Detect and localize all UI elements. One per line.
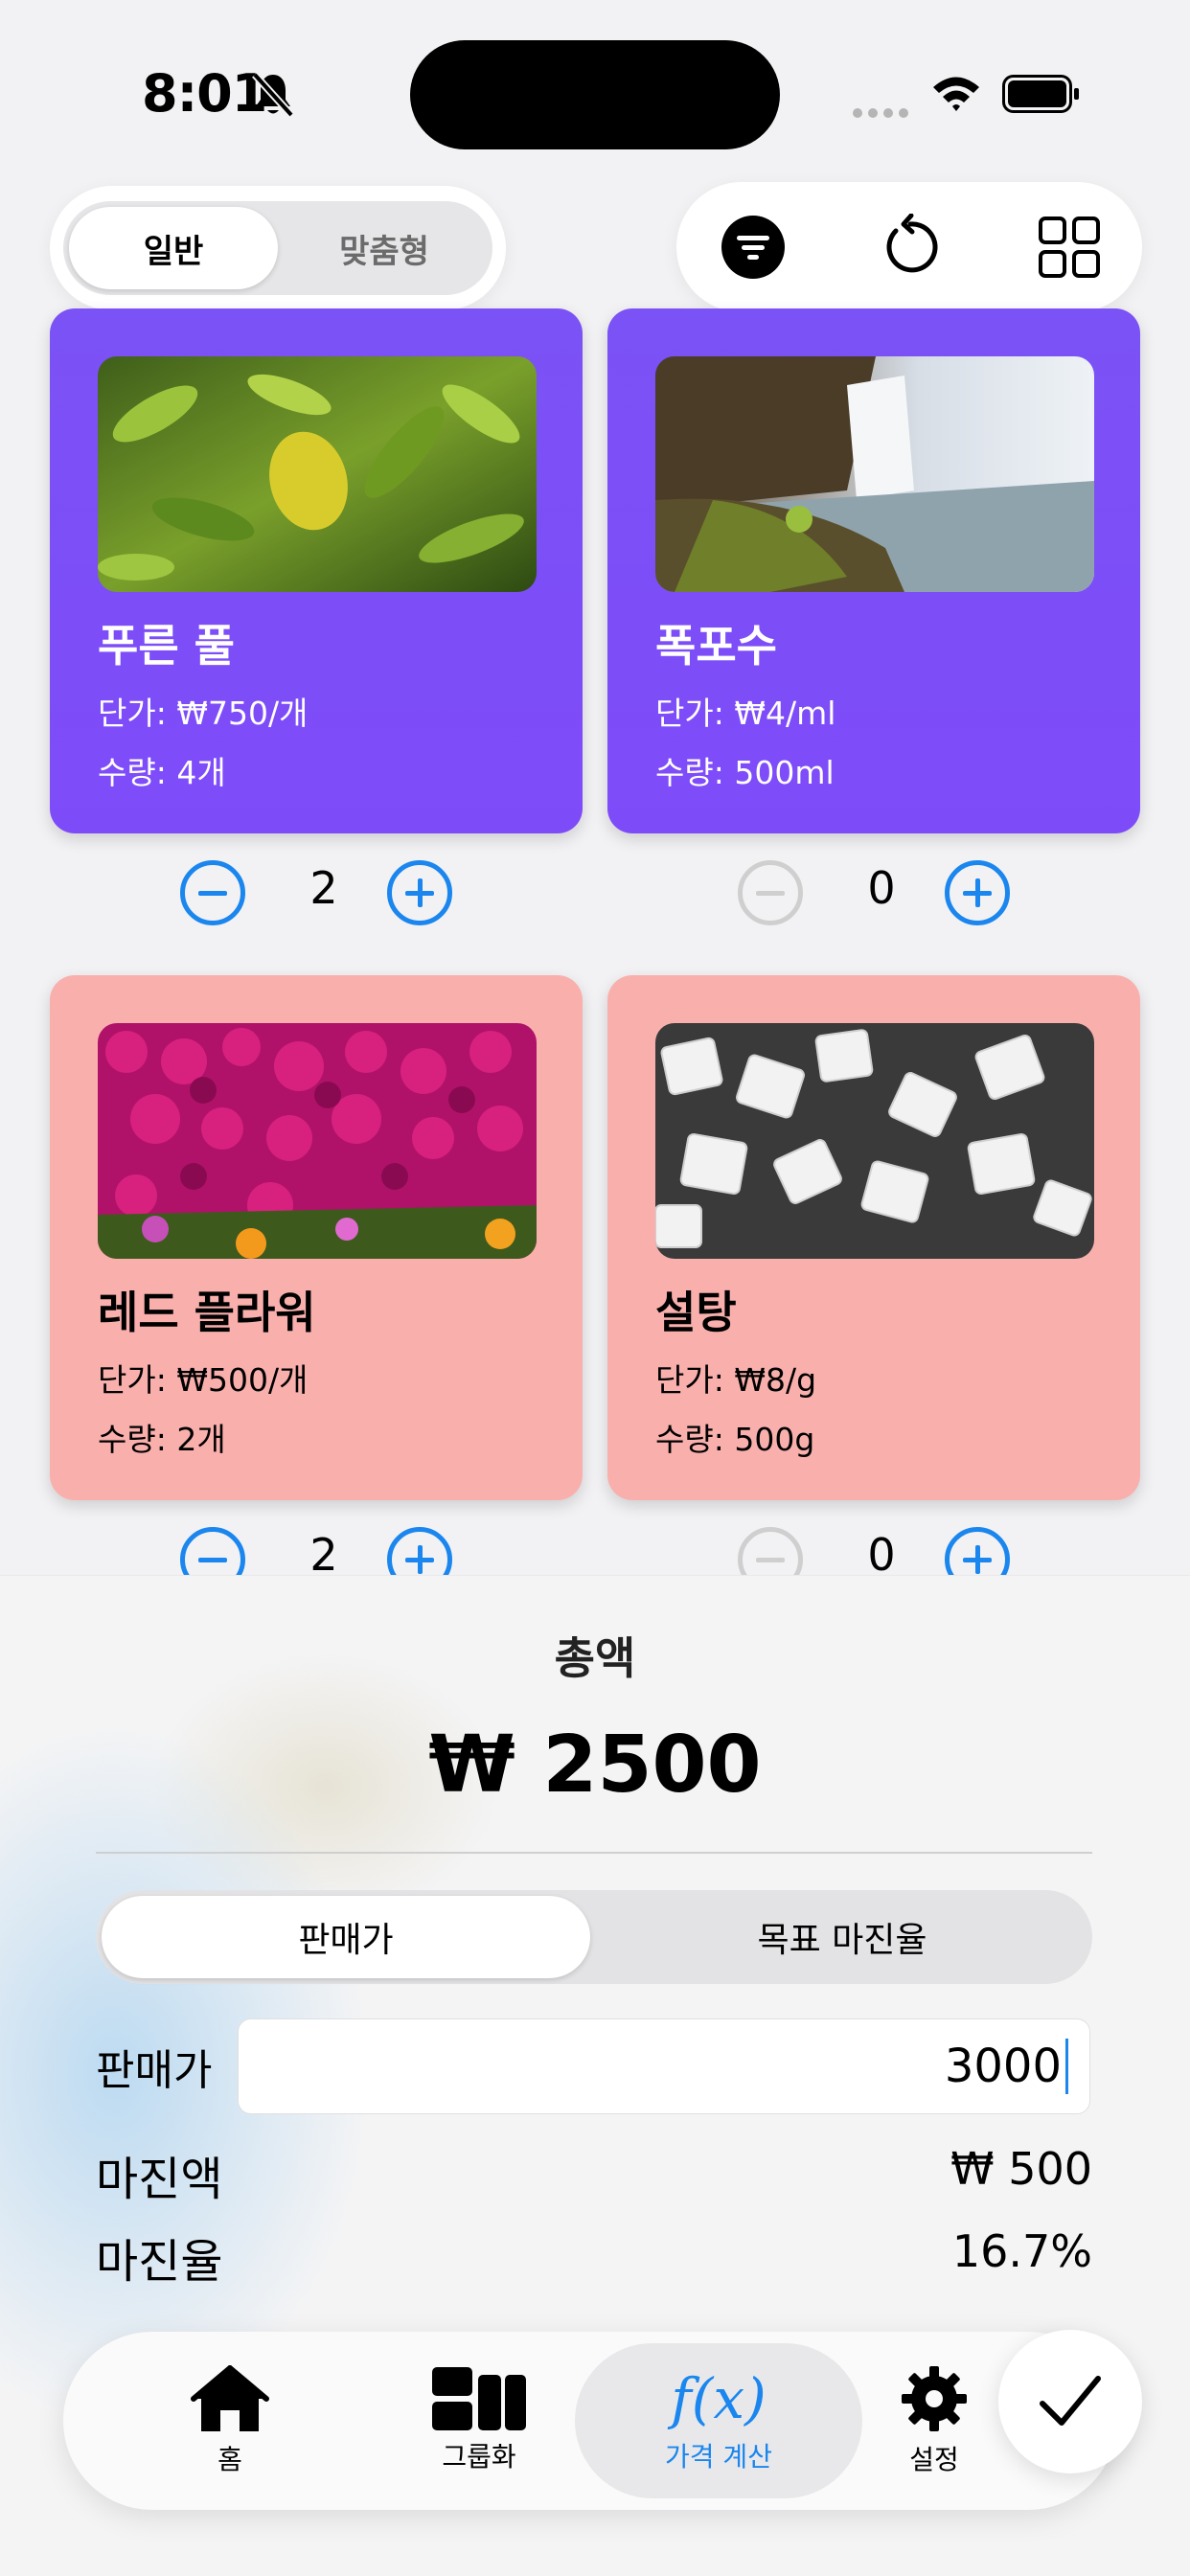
decrement-button[interactable]	[180, 860, 245, 925]
segment-sale-price[interactable]: 판매가	[102, 1896, 590, 1978]
margin-rate-value: 16.7%	[951, 2225, 1092, 2277]
product-card[interactable]: 폭포수 단가: ₩4/ml 수량: 500ml	[607, 308, 1140, 833]
product-unit-price: 단가: ₩500/개	[98, 1361, 309, 1399]
total-label: 총액	[554, 1632, 636, 1684]
product-quantity: 수량: 500ml	[655, 754, 835, 791]
product-name: 폭포수	[655, 620, 777, 672]
sale-price-label: 판매가	[96, 2046, 213, 2095]
checkmark-icon	[1040, 2376, 1101, 2426]
product-name: 설탕	[655, 1287, 737, 1338]
toolbar	[676, 182, 1142, 312]
signal-icon	[853, 103, 914, 122]
house-icon	[191, 2365, 269, 2431]
status-bar: 8:01	[0, 0, 1190, 182]
confirm-button[interactable]	[998, 2330, 1142, 2473]
quantity-stepper: 2	[180, 856, 468, 929]
product-quantity: 수량: 4개	[98, 754, 226, 791]
margin-amount-label: 마진액	[96, 2153, 223, 2206]
product-image-waterfall	[655, 356, 1094, 592]
increment-button[interactable]	[387, 860, 452, 925]
increment-button[interactable]	[945, 860, 1010, 925]
product-unit-price: 단가: ₩750/개	[98, 695, 309, 732]
product-quantity: 수량: 2개	[98, 1421, 226, 1458]
tab-price-calc-label: 가격 계산	[665, 2441, 772, 2473]
total-value: ₩ 2500	[428, 1720, 762, 1811]
segment-target-margin[interactable]: 목표 마진율	[598, 1896, 1087, 1978]
tab-settings-label: 설정	[909, 2444, 959, 2475]
product-card[interactable]: 설탕 단가: ₩8/g 수량: 500g	[607, 975, 1140, 1500]
stepper-value: 2	[309, 862, 338, 914]
function-icon: f(x)	[671, 2366, 767, 2431]
sale-price-value: 3000	[944, 2040, 1062, 2093]
filter-icon	[721, 216, 785, 279]
refresh-button[interactable]	[872, 209, 949, 285]
wifi-icon	[933, 77, 979, 111]
segment-general[interactable]: 일반	[69, 207, 278, 289]
battery-icon	[1002, 75, 1079, 113]
category-segment: 일반 맞춤형	[63, 201, 492, 295]
margin-rate-label: 마진율	[96, 2235, 223, 2289]
margin-amount-value: ₩ 500	[950, 2143, 1092, 2195]
stepper-value: 0	[867, 862, 896, 914]
refresh-icon	[886, 214, 938, 273]
product-image-flowers	[98, 1023, 537, 1259]
gear-icon	[902, 2366, 967, 2431]
divider	[96, 1852, 1092, 1854]
dynamic-island	[410, 40, 780, 149]
tab-home-label: 홈	[217, 2444, 242, 2475]
segment-custom[interactable]: 맞춤형	[280, 207, 489, 289]
tab-bar: 홈 그룹화 f(x) 가격 계산 설정	[63, 2332, 1117, 2510]
bell-slash-icon	[252, 72, 294, 118]
product-card[interactable]: 레드 플라워 단가: ₩500/개 수량: 2개	[50, 975, 583, 1500]
calc-mode-segment: 판매가 목표 마진율	[96, 1890, 1092, 1984]
quantity-stepper: 0	[738, 856, 1025, 929]
sale-price-input[interactable]: 3000	[238, 2018, 1090, 2114]
group-icon	[432, 2367, 526, 2430]
product-unit-price: 단가: ₩4/ml	[655, 695, 836, 732]
grid-icon	[1039, 217, 1100, 278]
stepper-value: 2	[309, 1529, 338, 1581]
product-name: 레드 플라워	[98, 1287, 316, 1338]
decrement-button[interactable]	[738, 860, 803, 925]
grid-button[interactable]	[1031, 209, 1108, 285]
product-name: 푸른 풀	[98, 620, 235, 672]
tab-price-calc[interactable]: f(x) 가격 계산	[575, 2343, 862, 2498]
category-segment-container: 일반 맞춤형	[50, 186, 506, 310]
product-quantity: 수량: 500g	[655, 1421, 815, 1458]
product-unit-price: 단가: ₩8/g	[655, 1361, 817, 1399]
tab-home[interactable]: 홈	[86, 2343, 374, 2498]
product-image-sugar	[655, 1023, 1094, 1259]
product-image-grass	[98, 356, 537, 592]
product-card[interactable]: 푸른 풀 단가: ₩750/개 수량: 4개	[50, 308, 583, 833]
status-time: 8:01	[142, 63, 267, 124]
text-cursor	[1065, 2039, 1068, 2094]
stepper-value: 0	[867, 1529, 896, 1581]
tab-group-label: 그룹화	[442, 2441, 516, 2473]
filter-button[interactable]	[715, 209, 791, 285]
